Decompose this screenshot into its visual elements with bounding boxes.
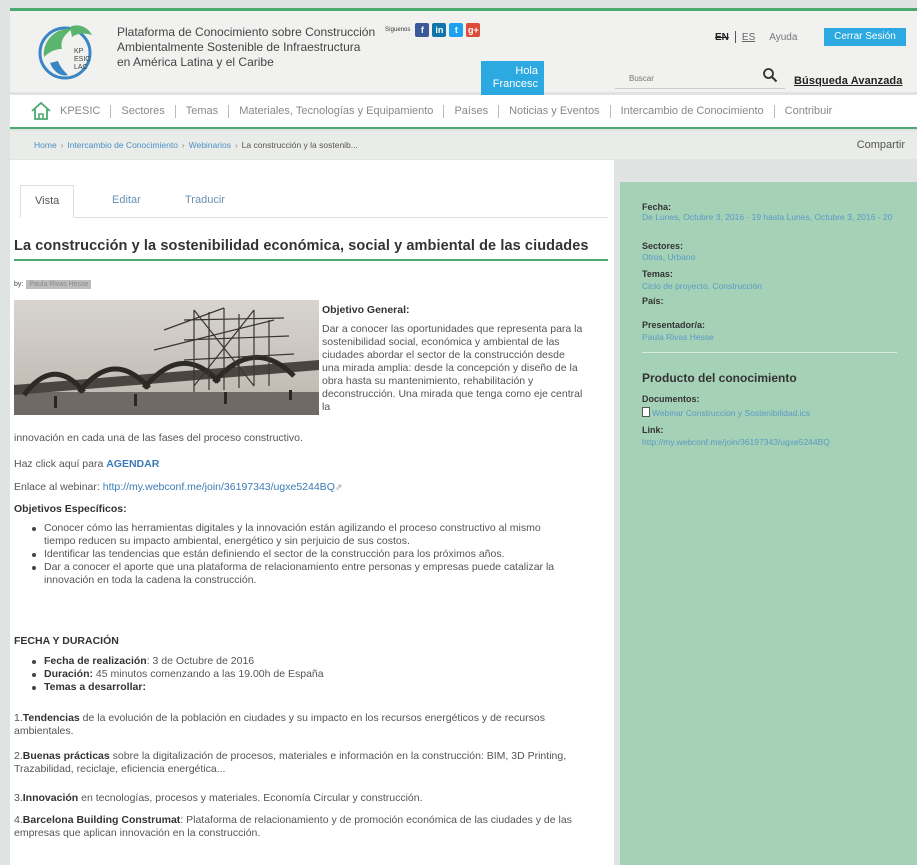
- main-nav: KPESIC Sectores Temas Materiales, Tecnol…: [10, 95, 917, 129]
- nav-item-sectores[interactable]: Sectores: [111, 104, 176, 118]
- lang-es-link[interactable]: ES: [742, 32, 755, 43]
- nav-item-noticias[interactable]: Noticias y Eventos: [499, 104, 611, 118]
- external-link-icon: ⇗: [334, 482, 343, 492]
- list-item: Fecha de realización: 3 de Octubre de 20…: [14, 655, 574, 668]
- pais-label: País:: [642, 296, 664, 306]
- nav-item-temas[interactable]: Temas: [176, 104, 230, 118]
- agenda-line: Haz click aquí para AGENDAR: [14, 458, 159, 470]
- list-item: Duración: 45 minutos comenzando a las 19…: [14, 668, 574, 681]
- advanced-search-link[interactable]: Búsqueda Avanzada: [794, 75, 902, 87]
- lang-divider: [734, 31, 736, 43]
- byline: by: Paula Rivas Hesse: [14, 280, 92, 289]
- temas-value[interactable]: Ciclo de proyecto, Construcción: [642, 281, 902, 291]
- temas-label: Temas:: [642, 269, 673, 279]
- share-link[interactable]: Compartir: [857, 139, 905, 151]
- objetivo-general-text: Dar a conocer las oportunidades que repr…: [322, 323, 583, 413]
- lang-en-link[interactable]: EN: [715, 32, 729, 43]
- site-header: KP ESIC LAC Plataforma de Conocimiento s…: [10, 8, 917, 95]
- webinar-line: Enlace al webinar: http://my.webconf.me/…: [14, 481, 342, 493]
- list-item: Temas a desarrollar:: [14, 681, 574, 694]
- link-value[interactable]: http://my.webconf.me/join/36197343/ugxe5…: [642, 437, 902, 447]
- googleplus-icon[interactable]: g+: [466, 23, 481, 37]
- nav-item-contribuir[interactable]: Contribuir: [775, 105, 843, 118]
- documentos-label: Documentos:: [642, 394, 700, 404]
- search-icon[interactable]: [762, 67, 778, 83]
- presentador-value[interactable]: Paula Rivas Hesse: [642, 332, 902, 342]
- site-title: Plataforma de Conocimiento sobre Constru…: [117, 25, 376, 69]
- linkedin-icon[interactable]: in: [432, 23, 447, 37]
- help-link[interactable]: Ayuda: [769, 32, 797, 43]
- kpesic-logo[interactable]: KP ESIC LAC: [30, 19, 100, 85]
- tema-item: 3.Innovación en tecnologías, procesos y …: [14, 792, 423, 804]
- breadcrumb-webinarios[interactable]: Webinarios: [189, 140, 231, 150]
- fecha-label: Fecha:: [642, 202, 672, 212]
- list-item: Dar a conocer el aporte que una platafor…: [14, 561, 574, 587]
- event-sidebar: Fecha: De Lunes, Octubre 3, 2016 - 19 ha…: [620, 182, 917, 865]
- producto-heading: Producto del conocimiento: [642, 371, 797, 385]
- link-label: Link:: [642, 425, 664, 435]
- social-links: Síguenos f in t g+: [385, 23, 481, 37]
- twitter-icon[interactable]: t: [449, 23, 464, 37]
- breadcrumb-home[interactable]: Home: [34, 140, 57, 150]
- byline-label: by:: [14, 281, 24, 288]
- tema-item: 2.Buenas prácticas sobre la digitalizaci…: [14, 750, 567, 775]
- nav-item-materiales[interactable]: Materiales, Tecnologías y Equipamiento: [229, 104, 445, 118]
- objetivos-especificos-heading: Objetivos Específicos:: [14, 503, 127, 515]
- document-icon: [642, 407, 650, 417]
- nav-item-kpesic[interactable]: KPESIC: [60, 104, 112, 118]
- user-greeting[interactable]: Hola Francesc: [481, 61, 544, 95]
- fecha-duracion-list: Fecha de realización: 3 de Octubre de 20…: [14, 655, 574, 694]
- presentador-label: Presentador/a:: [642, 320, 706, 330]
- breadcrumb-separator: ›: [234, 140, 238, 150]
- webinar-prefix: Enlace al webinar:: [14, 481, 100, 493]
- breadcrumb-intercambio[interactable]: Intercambio de Conocimiento: [67, 140, 178, 150]
- fecha-value: De Lunes, Octubre 3, 2016 - 19 hasta Lun…: [642, 212, 893, 222]
- home-icon[interactable]: [30, 101, 52, 121]
- nav-item-intercambio[interactable]: Intercambio de Conocimiento: [611, 104, 775, 118]
- sectores-label: Sectores:: [642, 241, 684, 251]
- language-switcher: EN ES Ayuda: [715, 31, 797, 43]
- list-item: Conocer cómo las herramientas digitales …: [14, 522, 574, 548]
- logout-button[interactable]: Cerrar Sesión: [824, 28, 906, 46]
- construction-photo: [14, 300, 319, 415]
- svg-text:LAC: LAC: [74, 64, 88, 71]
- fecha-duracion-heading: FECHA Y DURACIÓN: [14, 635, 119, 647]
- facebook-icon[interactable]: f: [415, 23, 430, 37]
- objetivo-general-text-cont: innovación en cada una de las fases del …: [14, 432, 303, 444]
- sidebar-divider: [642, 352, 897, 353]
- tab-traducir[interactable]: Traducir: [185, 185, 225, 218]
- documento-entry: Webinar Construccion y Sostenibilidad.ic…: [642, 407, 902, 418]
- agendar-link[interactable]: AGENDAR: [106, 458, 159, 470]
- page-title: La construcción y la sostenibilidad econ…: [14, 238, 608, 261]
- author-link[interactable]: Paula Rivas Hesse: [26, 280, 92, 289]
- main-content: Vista Editar Traducir La construcción y …: [10, 160, 614, 865]
- tab-editar[interactable]: Editar: [112, 185, 141, 218]
- svg-text:KP: KP: [74, 48, 84, 55]
- breadcrumb-separator: ›: [60, 140, 64, 150]
- agenda-prefix: Haz click aquí para: [14, 458, 104, 470]
- content-tabs: Vista Editar Traducir: [20, 185, 608, 218]
- nav-item-paises[interactable]: Países: [444, 104, 500, 118]
- objetivo-general-heading: Objetivo General:: [322, 304, 410, 316]
- breadcrumb-separator: ›: [181, 140, 185, 150]
- webinar-url-link[interactable]: http://my.webconf.me/join/36197343/ugxe5…: [103, 481, 335, 493]
- breadcrumb-current: La construcción y la sostenib...: [241, 140, 358, 150]
- svg-text:ESIC: ESIC: [74, 56, 90, 63]
- tab-vista[interactable]: Vista: [20, 185, 75, 218]
- social-label: Síguenos: [385, 27, 411, 33]
- tema-item: 4.Barcelona Building Construmat: Platafo…: [14, 814, 572, 839]
- tema-item: 1.Tendencias de la evolución de la pobla…: [14, 712, 545, 737]
- sectores-value[interactable]: Otros, Urbano: [642, 252, 902, 262]
- breadcrumb: Home › Intercambio de Conocimiento › Web…: [10, 131, 917, 159]
- documento-link[interactable]: Webinar Construccion y Sostenibilidad.ic…: [652, 408, 810, 418]
- search-input[interactable]: [615, 69, 785, 89]
- objetivos-especificos-list: Conocer cómo las herramientas digitales …: [14, 522, 574, 587]
- list-item: Identificar las tendencias que están def…: [14, 548, 574, 561]
